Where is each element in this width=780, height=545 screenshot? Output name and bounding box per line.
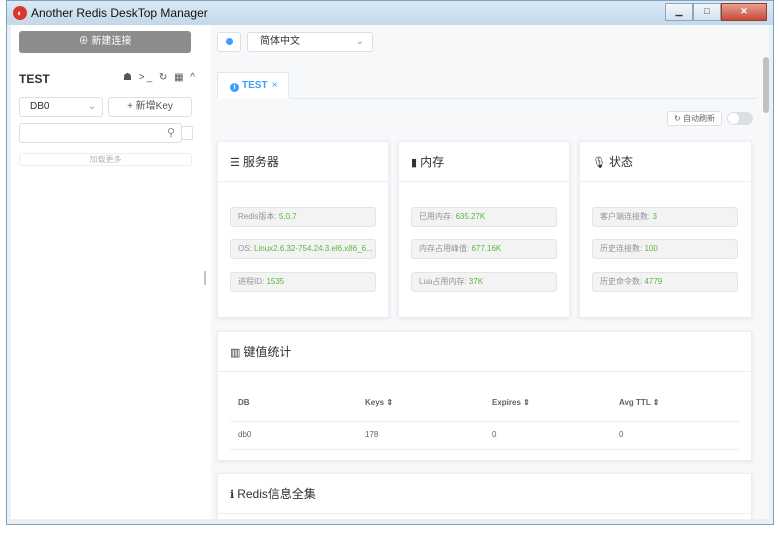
bar-chart-icon: ▥ bbox=[230, 347, 241, 359]
tab-test[interactable]: i TEST × bbox=[217, 72, 289, 99]
refresh-icon: ↻ bbox=[674, 114, 683, 123]
tab-close-icon[interactable]: × bbox=[272, 80, 278, 91]
peak-memory-label: 内存占用峰值: bbox=[419, 244, 472, 253]
column-header-db[interactable]: DB bbox=[238, 398, 250, 407]
new-key-button[interactable]: + 新增Key bbox=[108, 97, 192, 117]
new-connection-label: 新建连接 bbox=[91, 36, 132, 47]
load-more-button[interactable]: 加载更多 bbox=[19, 153, 192, 166]
language-select[interactable]: 简体中文 ⌄ bbox=[247, 32, 373, 52]
memory-card-header: ▮ 内存 bbox=[399, 142, 569, 182]
key-search-input[interactable]: ⚲ bbox=[19, 123, 182, 143]
lua-memory-value: 37K bbox=[468, 277, 484, 286]
process-id-label: 进程ID: bbox=[238, 277, 267, 286]
redis-info-card-header: ℹ Redis信息全集 bbox=[218, 474, 751, 514]
lua-memory-label: Lua占用内存: bbox=[419, 277, 469, 286]
column-header-keys[interactable]: Keys ⇕ bbox=[365, 398, 393, 407]
auto-refresh-button[interactable]: ↻ 自动刷新 bbox=[667, 111, 722, 126]
db-select[interactable]: DB0 ⌄ bbox=[19, 97, 103, 117]
sidebar-resize-handle[interactable] bbox=[204, 271, 206, 285]
table-divider bbox=[230, 449, 740, 450]
status-card-header: 🎙 状态 bbox=[580, 142, 751, 182]
client-area: ⊕ 新建连接 TEST ☗ >_ ↻ ▦ ^ DB0 ⌄ + 新增Key ⚲ 加… bbox=[11, 25, 769, 519]
window-title: Another Redis DeskTop Manager bbox=[31, 6, 208, 20]
connection-name[interactable]: TEST bbox=[19, 72, 50, 86]
exact-search-checkbox[interactable] bbox=[181, 126, 193, 140]
table-cell: db0 bbox=[238, 430, 252, 439]
connection-action-icons[interactable]: ☗ >_ ↻ ▦ ^ bbox=[123, 72, 197, 83]
plus-circle-icon: ⊕ bbox=[78, 36, 92, 47]
column-header-avg-ttl[interactable]: Avg TTL ⇕ bbox=[619, 398, 659, 407]
language-value: 简体中文 bbox=[260, 36, 300, 47]
memory-card-title: 内存 bbox=[420, 155, 445, 169]
db-select-value: DB0 bbox=[30, 101, 50, 112]
used-memory-value: 635.27K bbox=[455, 212, 486, 221]
dark-mode-toggle[interactable] bbox=[217, 32, 241, 52]
os-label: OS: bbox=[238, 244, 255, 253]
total-commands-field: 历史命令数: 4779 bbox=[592, 272, 738, 292]
table-cell: 178 bbox=[365, 430, 379, 439]
keyspace-card-title: 键值统计 bbox=[243, 345, 292, 359]
sidebar: ⊕ 新建连接 TEST ☗ >_ ↻ ▦ ^ DB0 ⌄ + 新增Key ⚲ 加… bbox=[11, 25, 201, 519]
redis-info-card-title: Redis信息全集 bbox=[237, 487, 316, 501]
server-card: ☰ 服务器 Redis版本: 5.0.7 OS: Linux2.6.32-754.… bbox=[217, 141, 389, 318]
main-panel: 简体中文 ⌄ i TEST × ↻ 自动刷新 ☰ 服务器 Redis版本: 5.0.7… bbox=[211, 25, 769, 519]
app-window: ◐ Another Redis DeskTop Manager ▁ □ ✕ ⊕ … bbox=[6, 0, 774, 525]
keyspace-card: ▥ 键值统计 DB Keys ⇕ Expires ⇕ Avg TTL ⇕ db0 … bbox=[217, 331, 752, 461]
maximize-icon[interactable]: □ bbox=[693, 3, 721, 21]
minimize-icon[interactable]: ▁ bbox=[665, 3, 693, 21]
peak-memory-value: 677.16K bbox=[471, 244, 502, 253]
window-controls: ▁ □ ✕ bbox=[665, 3, 767, 21]
close-icon[interactable]: ✕ bbox=[721, 3, 767, 21]
new-connection-button[interactable]: ⊕ 新建连接 bbox=[19, 31, 191, 53]
table-cell: 0 bbox=[492, 430, 497, 439]
client-connections-label: 客户端连接数: bbox=[600, 212, 653, 221]
dark-mode-dot-icon bbox=[226, 38, 233, 45]
search-icon[interactable]: ⚲ bbox=[167, 126, 175, 139]
tab-label: TEST bbox=[242, 80, 268, 91]
redis-version-value: 5.0.7 bbox=[278, 212, 297, 221]
memory-chip-icon: ▮ bbox=[411, 157, 418, 169]
total-commands-value: 4779 bbox=[644, 277, 663, 286]
status-card: 🎙 状态 客户端连接数: 3 历史连接数: 100 历史命令数: 4779 bbox=[579, 141, 752, 318]
scrollbar-thumb[interactable] bbox=[763, 57, 769, 113]
client-connections-field: 客户端连接数: 3 bbox=[592, 207, 738, 227]
info-circle-icon: ℹ bbox=[230, 489, 235, 501]
column-header-expires[interactable]: Expires ⇕ bbox=[492, 398, 530, 407]
memory-card: ▮ 内存 已用内存: 635.27K 内存占用峰值: 677.16K Lua占用内… bbox=[398, 141, 570, 318]
chevron-down-icon: ⌄ bbox=[355, 36, 364, 47]
keyspace-card-header: ▥ 键值统计 bbox=[218, 332, 751, 372]
peak-memory-field: 内存占用峰值: 677.16K bbox=[411, 239, 557, 259]
auto-refresh-label: 自动刷新 bbox=[682, 114, 715, 123]
total-connections-value: 100 bbox=[644, 244, 658, 253]
tab-bar-line bbox=[217, 98, 757, 99]
title-bar[interactable]: ◐ Another Redis DeskTop Manager ▁ □ ✕ bbox=[7, 1, 773, 25]
main-scrollbar[interactable] bbox=[763, 27, 769, 517]
os-field: OS: Linux2.6.32-754.24.3.el6.x86_6... bbox=[230, 239, 376, 259]
client-connections-value: 3 bbox=[652, 212, 657, 221]
os-value: Linux2.6.32-754.24.3.el6.x86_6... bbox=[254, 244, 373, 253]
info-icon: i bbox=[230, 83, 239, 92]
used-memory-field: 已用内存: 635.27K bbox=[411, 207, 557, 227]
chevron-down-icon: ⌄ bbox=[87, 101, 96, 112]
process-id-value: 1535 bbox=[266, 277, 285, 286]
switch-knob bbox=[728, 113, 739, 124]
total-commands-label: 历史命令数: bbox=[600, 277, 645, 286]
redis-info-card: ℹ Redis信息全集 bbox=[217, 473, 752, 519]
total-connections-field: 历史连接数: 100 bbox=[592, 239, 738, 259]
server-card-header: ☰ 服务器 bbox=[218, 142, 388, 182]
server-card-title: 服务器 bbox=[242, 155, 279, 169]
status-card-title: 状态 bbox=[608, 155, 633, 169]
microphone-icon: 🎙 bbox=[592, 157, 606, 169]
redis-version-field: Redis版本: 5.0.7 bbox=[230, 207, 376, 227]
server-icon: ☰ bbox=[230, 157, 240, 169]
lua-memory-field: Lua占用内存: 37K bbox=[411, 272, 557, 292]
app-logo-icon: ◐ bbox=[13, 6, 27, 20]
table-divider bbox=[230, 421, 740, 422]
process-id-field: 进程ID: 1535 bbox=[230, 272, 376, 292]
redis-version-label: Redis版本: bbox=[238, 212, 279, 221]
total-connections-label: 历史连接数: bbox=[600, 244, 645, 253]
used-memory-label: 已用内存: bbox=[419, 212, 456, 221]
auto-refresh-switch[interactable] bbox=[727, 112, 753, 125]
table-cell: 0 bbox=[619, 430, 624, 439]
